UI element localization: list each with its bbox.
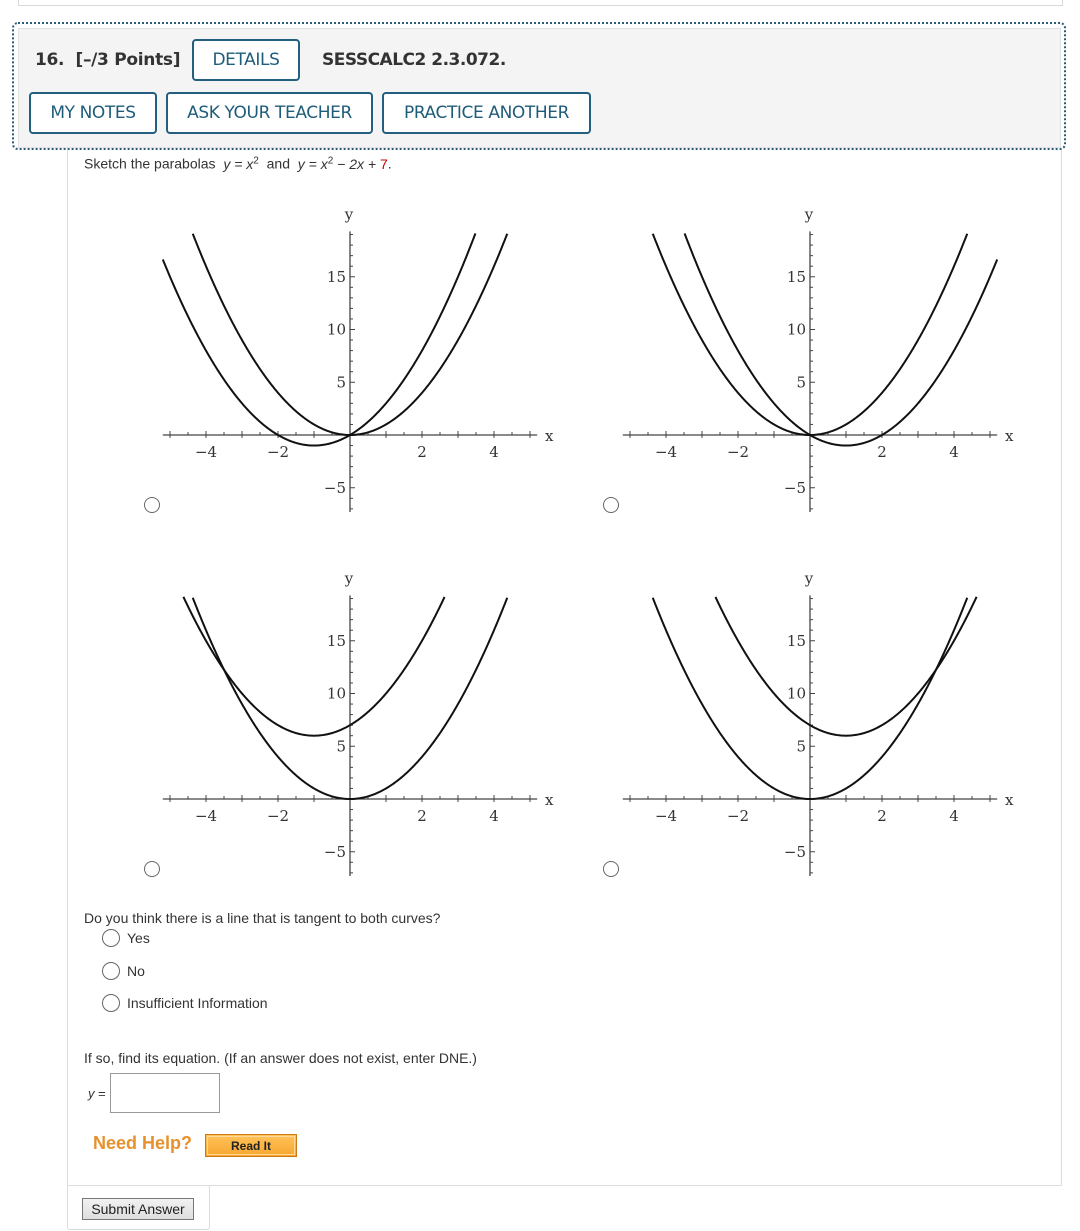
x-axis-label: x bbox=[1005, 791, 1014, 809]
question-number: 16. bbox=[35, 50, 65, 70]
graph-svg: −4 −2 2 4 −5 5 10 15 x y bbox=[622, 569, 1014, 877]
y-tick-label: 10 bbox=[327, 685, 346, 703]
y-tick-label: 5 bbox=[796, 373, 806, 391]
y-axis-label: y bbox=[344, 569, 354, 587]
y-tick-label: −5 bbox=[324, 479, 346, 497]
option-no[interactable]: No bbox=[102, 962, 145, 980]
y-axis-label: y bbox=[344, 205, 354, 223]
y-tick-label: 15 bbox=[327, 268, 346, 286]
tangent-question: Do you think there is a line that is tan… bbox=[84, 910, 441, 926]
y-axis-label: y bbox=[804, 205, 814, 223]
graph-option-a: −4 −2 2 4 −5 5 10 15 x y bbox=[140, 200, 580, 520]
x-tick-label: −2 bbox=[727, 807, 749, 825]
problem-code: SESSCALC2 2.3.072. bbox=[322, 50, 506, 70]
randomized-constant: 7 bbox=[380, 155, 388, 172]
graph-option-b-radio[interactable] bbox=[603, 497, 619, 513]
x-tick-label: −4 bbox=[195, 807, 217, 825]
graph-option-c-radio[interactable] bbox=[144, 861, 160, 877]
practice-another-button[interactable]: PRACTICE ANOTHER bbox=[382, 92, 591, 134]
y-tick-label: 5 bbox=[336, 373, 346, 391]
x-axis-label: x bbox=[1005, 427, 1014, 445]
question-points: [–/3 Points] bbox=[75, 50, 181, 70]
prompt-conjunction: and bbox=[266, 155, 290, 172]
parabola-curve-2 bbox=[182, 596, 446, 737]
x-tick-label: 4 bbox=[949, 443, 959, 461]
parabola-curve-2 bbox=[161, 233, 477, 447]
y-tick-label: 15 bbox=[787, 268, 806, 286]
prompt-lead: Sketch the parabolas bbox=[84, 155, 216, 172]
graph-svg: −4 −2 2 4 −5 5 10 15 x y bbox=[622, 205, 1014, 513]
graph-svg: −4 −2 2 4 −5 5 10 15 x y bbox=[161, 205, 554, 513]
need-help-label: Need Help? bbox=[93, 1133, 193, 1153]
y-tick-label: −5 bbox=[324, 843, 346, 861]
x-tick-label: 2 bbox=[417, 443, 427, 461]
option-insufficient-information[interactable]: Insufficient Information bbox=[102, 994, 268, 1012]
question-prompt: Sketch the parabolas y = x2 and y = x2 −… bbox=[84, 155, 392, 172]
equation-2: y = x2 − 2x + 7 bbox=[297, 155, 388, 172]
y-tick-label: 10 bbox=[787, 685, 806, 703]
y-tick-label: 15 bbox=[787, 632, 806, 650]
y-tick-label: −5 bbox=[784, 479, 806, 497]
x-tick-label: −4 bbox=[195, 443, 217, 461]
parabola-curve-2 bbox=[714, 596, 978, 737]
x-tick-label: −2 bbox=[267, 443, 289, 461]
y-tick-label: 10 bbox=[787, 321, 806, 339]
graph-option-d: −4 −2 2 4 −5 5 10 15 x y bbox=[600, 564, 1040, 884]
graph-option-a-radio[interactable] bbox=[144, 497, 160, 513]
x-tick-label: −4 bbox=[655, 443, 677, 461]
x-tick-label: −2 bbox=[727, 443, 749, 461]
graph-option-c: −4 −2 2 4 −5 5 10 15 x y bbox=[140, 564, 580, 884]
option-yes[interactable]: Yes bbox=[102, 929, 150, 947]
details-button[interactable]: DETAILS bbox=[192, 39, 300, 81]
graph-svg: −4 −2 2 4 −5 5 10 15 x y bbox=[162, 569, 554, 877]
y-tick-label: 10 bbox=[327, 321, 346, 339]
equation-question: If so, find its equation. (If an answer … bbox=[84, 1050, 477, 1066]
y-axis-label: y bbox=[804, 569, 814, 587]
no-radio[interactable] bbox=[102, 962, 120, 980]
parabola-curve-2 bbox=[683, 233, 999, 447]
previous-question-card bbox=[18, 0, 1063, 6]
question-number-points: 16. [–/3 Points] bbox=[35, 50, 180, 70]
y-tick-label: 5 bbox=[796, 737, 806, 755]
x-axis-label: x bbox=[545, 791, 554, 809]
x-tick-label: −2 bbox=[267, 807, 289, 825]
tangent-line-equation-input[interactable] bbox=[110, 1073, 220, 1113]
equation-1: y = x2 bbox=[223, 155, 259, 172]
x-tick-label: 4 bbox=[489, 443, 499, 461]
ask-your-teacher-button[interactable]: ASK YOUR TEACHER bbox=[166, 92, 373, 134]
x-tick-label: 4 bbox=[489, 807, 499, 825]
insufficient-information-radio[interactable] bbox=[102, 994, 120, 1012]
submit-answer-button[interactable]: Submit Answer bbox=[82, 1198, 194, 1220]
yes-radio[interactable] bbox=[102, 929, 120, 947]
y-tick-label: 15 bbox=[327, 632, 346, 650]
read-it-button[interactable]: Read It bbox=[205, 1134, 297, 1157]
x-tick-label: 2 bbox=[877, 807, 887, 825]
x-tick-label: 2 bbox=[877, 443, 887, 461]
x-tick-label: 4 bbox=[949, 807, 959, 825]
x-tick-label: 2 bbox=[417, 807, 427, 825]
answer-label: y = bbox=[88, 1086, 106, 1101]
graph-option-d-radio[interactable] bbox=[603, 861, 619, 877]
x-tick-label: −4 bbox=[655, 807, 677, 825]
y-tick-label: 5 bbox=[336, 737, 346, 755]
my-notes-button[interactable]: MY NOTES bbox=[29, 92, 157, 134]
x-axis-label: x bbox=[545, 427, 554, 445]
y-tick-label: −5 bbox=[784, 843, 806, 861]
graph-option-b: −4 −2 2 4 −5 5 10 15 x y bbox=[600, 200, 1040, 520]
